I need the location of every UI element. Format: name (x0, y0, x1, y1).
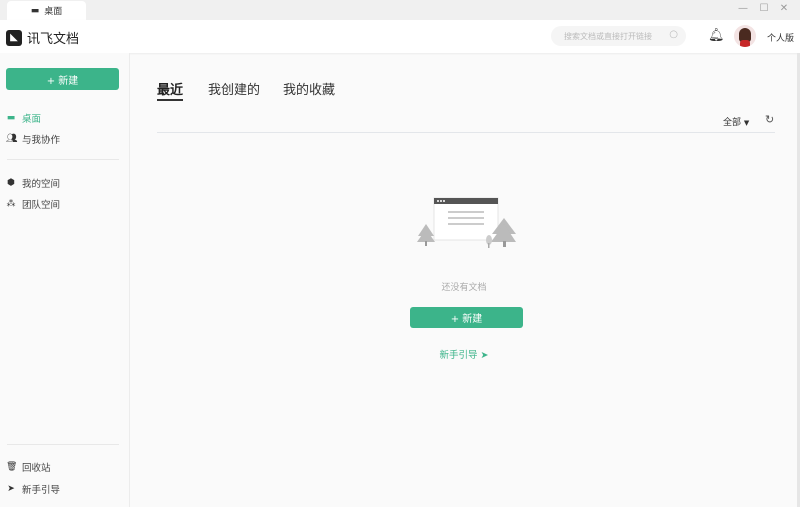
trash-icon: 🗑︎ (6, 462, 16, 472)
bell-icon[interactable]: 🔔︎ (708, 28, 725, 43)
sidebar: + 新建 ▬ 桌面 👥︎ 与我协作 ⬢ 我的空间 ⁂ 团队空间 🗑︎ 回收站 ➤ 新手引导 (0, 53, 130, 507)
filter-label: 全部 (723, 118, 741, 128)
cube-icon: ⬢ (6, 178, 16, 188)
divider (7, 444, 119, 445)
search-input[interactable]: 搜索文档或直接打开链接 ○ (551, 26, 686, 46)
sidebar-item-team-space[interactable]: ⁂ 团队空间 (6, 197, 60, 211)
app-logo[interactable]: ◣ 讯飞文档 (6, 28, 79, 47)
window-tab-desktop[interactable]: ▬ 桌面 (7, 1, 86, 20)
tab-favorites[interactable]: 我的收藏 (283, 79, 335, 98)
maximize-button[interactable]: ☐ (757, 3, 771, 14)
app-name: 讯飞文档 (27, 28, 79, 47)
sidebar-item-label: 桌面 (22, 111, 41, 125)
search-placeholder: 搜索文档或直接打开链接 (564, 31, 652, 42)
logo-icon: ◣ (6, 30, 22, 46)
monitor-icon: ▬ (31, 6, 40, 16)
sidebar-item-label: 我的空间 (22, 176, 60, 190)
sidebar-item-desktop[interactable]: ▬ 桌面 (6, 111, 41, 125)
close-button[interactable]: ✕ (777, 3, 791, 14)
guide-link[interactable]: 新手引导 ➤ (131, 347, 797, 361)
window-tab-label: 桌面 (44, 4, 62, 17)
filter-dropdown[interactable]: 全部 ▼ (723, 115, 749, 128)
create-document-button[interactable]: + 新建 (410, 307, 523, 328)
send-icon: ➤ (481, 350, 489, 361)
sidebar-item-label: 与我协作 (22, 132, 60, 146)
tab-created[interactable]: 我创建的 (208, 79, 260, 98)
avatar[interactable] (734, 25, 756, 47)
edition-label[interactable]: 个人版 (767, 31, 794, 44)
window-tab-bar: ▬ 桌面 — ☐ ✕ (0, 0, 800, 20)
divider (157, 132, 775, 133)
sidebar-item-guide[interactable]: ➤ 新手引导 (6, 482, 60, 496)
refresh-icon[interactable]: ↻ (765, 113, 774, 126)
main-content: 最近 我创建的 我的收藏 全部 ▼ ↻ 还没有文档 + 新建 新手引导 ➤ (131, 53, 797, 507)
tab-recent[interactable]: 最近 (157, 79, 183, 101)
search-icon[interactable]: ○ (669, 29, 678, 40)
sidebar-item-trash[interactable]: 🗑︎ 回收站 (6, 460, 51, 474)
sidebar-item-shared[interactable]: 👥︎ 与我协作 (6, 132, 60, 146)
empty-state-text: 还没有文档 (131, 280, 797, 293)
sidebar-item-my-space[interactable]: ⬢ 我的空间 (6, 176, 60, 190)
monitor-icon: ▬ (6, 113, 16, 123)
people-icon: 👥︎ (6, 134, 16, 144)
guide-label: 新手引导 (439, 350, 477, 361)
team-icon: ⁂ (6, 199, 16, 209)
sidebar-item-label: 回收站 (22, 460, 51, 474)
sidebar-item-label: 新手引导 (22, 482, 60, 496)
sidebar-item-label: 团队空间 (22, 197, 60, 211)
divider (7, 159, 119, 160)
minimize-button[interactable]: — (736, 3, 750, 14)
send-icon: ➤ (6, 484, 16, 494)
header: ◣ 讯飞文档 搜索文档或直接打开链接 ○ 🔔︎ 个人版 (0, 20, 800, 53)
new-button[interactable]: + 新建 (6, 68, 119, 90)
caret-down-icon: ▼ (744, 119, 749, 127)
empty-illustration-icon (416, 196, 516, 251)
